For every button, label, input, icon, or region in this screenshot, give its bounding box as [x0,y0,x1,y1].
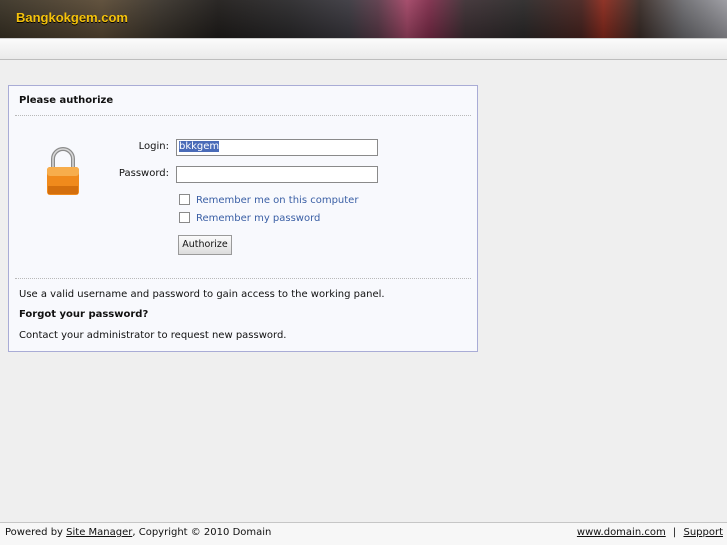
site-logo[interactable]: Bangkokgem.com [16,10,128,25]
forgot-text: Contact your administrator to request ne… [19,330,287,341]
login-label: Login: [138,141,169,152]
authorize-button[interactable]: Authorize [178,235,232,255]
footer-right: www.domain.com | Support [577,527,723,538]
remember-password-label[interactable]: Remember my password [196,213,320,224]
password-label: Password: [118,168,169,179]
forgot-heading: Forgot your password? [19,309,148,320]
remember-computer-label[interactable]: Remember me on this computer [196,195,358,206]
header-banner: Bangkokgem.com [0,0,727,38]
info-text: Use a valid username and password to gai… [19,289,385,300]
site-manager-link[interactable]: Site Manager [66,527,132,538]
footer-left: Powered by Site Manager, Copyright © 201… [5,527,271,538]
login-panel: Please authorize Login: bkkgem Password:… [8,85,478,352]
forgot-heading-text: Forgot your password? [19,309,149,320]
footer: Powered by Site Manager, Copyright © 201… [0,522,727,545]
login-field[interactable]: bkkgem [176,139,378,156]
support-link[interactable]: Support [683,527,723,538]
footer-separator: | [672,527,677,538]
login-value: bkkgem [179,141,220,152]
divider-top [15,115,471,116]
powered-prefix: Powered by [5,527,67,538]
domain-link[interactable]: www.domain.com [577,527,666,538]
remember-computer-checkbox[interactable] [179,194,190,205]
sub-toolbar [0,38,727,60]
panel-title: Please authorize [19,95,114,106]
lock-icon [47,147,79,195]
copyright-text: , Copyright © 2010 Domain [132,527,272,538]
password-field[interactable] [176,166,378,183]
remember-password-checkbox[interactable] [179,212,190,223]
divider-bottom [15,278,471,279]
